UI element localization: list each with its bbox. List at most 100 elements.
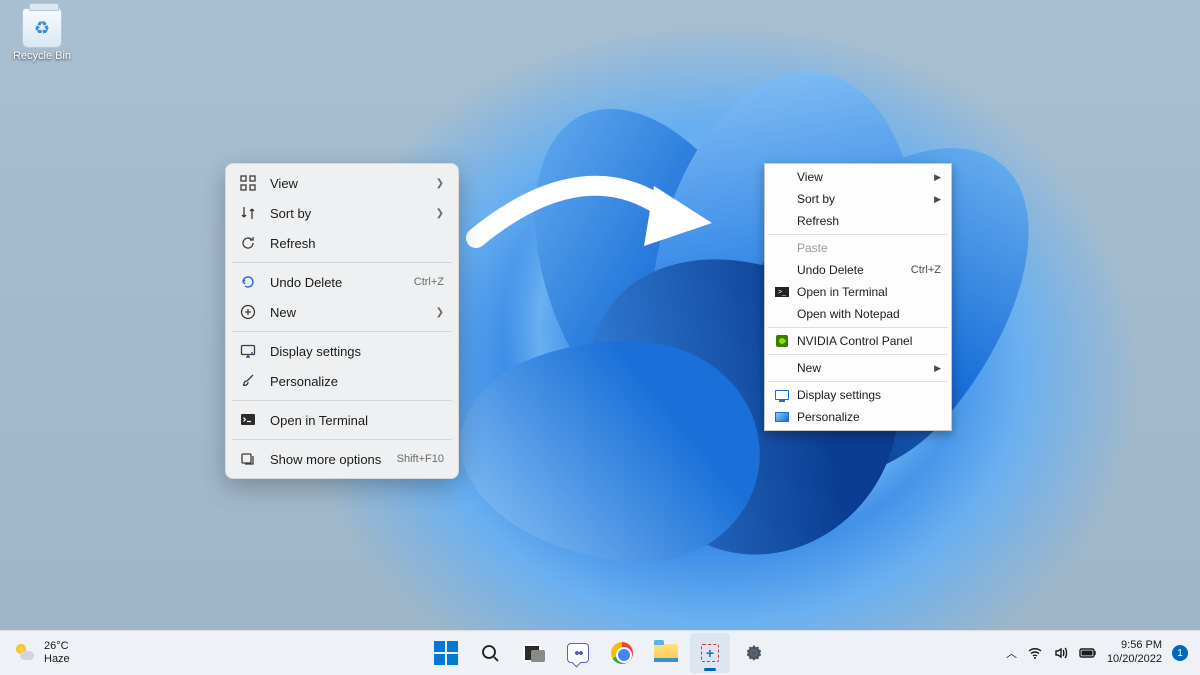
weather-temp: 26°C xyxy=(44,640,70,653)
weather-icon xyxy=(14,642,36,664)
taskbar-weather-widget[interactable]: 26°C Haze xyxy=(0,640,70,665)
ctxc-refresh[interactable]: Refresh xyxy=(767,210,949,232)
ctx-label: Sort by xyxy=(270,206,428,221)
desktop-wallpaper[interactable] xyxy=(0,0,1200,675)
blank-icon xyxy=(773,360,791,376)
wallpaper-bloom xyxy=(420,40,1060,640)
blank-icon xyxy=(773,262,791,278)
chrome-button[interactable] xyxy=(602,633,642,673)
separator xyxy=(232,331,452,332)
folder-icon xyxy=(654,644,678,662)
blank-icon xyxy=(773,191,791,207)
ctxc-label: Open in Terminal xyxy=(797,285,941,299)
taskbar-tray: ︿ 9:56 PM 10/20/2022 1 xyxy=(1006,639,1200,667)
ctxc-label: Open with Notepad xyxy=(797,307,941,321)
ctxc-open-terminal[interactable]: >_ Open in Terminal xyxy=(767,281,949,303)
separator xyxy=(768,381,948,382)
taskbar-clock[interactable]: 9:56 PM 10/20/2022 xyxy=(1107,639,1162,667)
gear-icon xyxy=(743,642,765,664)
chevron-right-icon: ▶ xyxy=(934,194,941,205)
clock-time: 9:56 PM xyxy=(1107,639,1162,653)
ctxc-label: View xyxy=(797,170,928,184)
context-menu-classic: View ▶ Sort by ▶ Refresh Paste Undo Delete… xyxy=(764,163,952,431)
ctxc-label: Undo Delete xyxy=(797,263,903,277)
windows-logo-icon xyxy=(434,641,458,665)
taskbar-center xyxy=(426,633,774,673)
notification-count: 1 xyxy=(1177,648,1183,659)
brush-icon xyxy=(238,371,258,391)
ctx-open-terminal[interactable]: Open in Terminal xyxy=(230,405,454,435)
task-view-button[interactable] xyxy=(514,633,554,673)
ctx-sort-by[interactable]: Sort by ❯ xyxy=(230,198,454,228)
monitor-icon xyxy=(773,387,791,403)
ctxc-new[interactable]: New ▶ xyxy=(767,357,949,379)
blank-icon xyxy=(773,240,791,256)
ctxc-label: Refresh xyxy=(797,214,941,228)
ctx-label: Show more options xyxy=(270,452,389,467)
snipping-tool-button[interactable] xyxy=(690,633,730,673)
terminal-icon: >_ xyxy=(773,284,791,300)
ctx-show-more-options[interactable]: Show more options Shift+F10 xyxy=(230,444,454,474)
ctxc-label: Paste xyxy=(797,241,941,255)
ctx-label: Undo Delete xyxy=(270,275,406,290)
chevron-right-icon: ❯ xyxy=(436,208,444,219)
terminal-icon xyxy=(238,410,258,430)
ctx-undo-delete[interactable]: Undo Delete Ctrl+Z xyxy=(230,267,454,297)
ctx-accel: Ctrl+Z xyxy=(414,276,444,288)
volume-icon[interactable] xyxy=(1053,645,1069,661)
ctxc-undo-delete[interactable]: Undo DeleteCtrl+Z xyxy=(767,259,949,281)
ctxc-open-notepad[interactable]: Open with Notepad xyxy=(767,303,949,325)
notification-badge[interactable]: 1 xyxy=(1172,645,1188,661)
separator xyxy=(768,354,948,355)
ctx-new[interactable]: New ❯ xyxy=(230,297,454,327)
ctx-label: New xyxy=(270,305,428,320)
recycle-bin-label: Recycle Bin xyxy=(10,50,74,62)
file-explorer-button[interactable] xyxy=(646,633,686,673)
settings-button[interactable] xyxy=(734,633,774,673)
ctxc-sort-by[interactable]: Sort by ▶ xyxy=(767,188,949,210)
grid-icon xyxy=(238,173,258,193)
ctx-display-settings[interactable]: Display settings xyxy=(230,336,454,366)
monitor-icon xyxy=(238,341,258,361)
ctx-label: Open in Terminal xyxy=(270,413,444,428)
ctxc-label: New xyxy=(797,361,928,375)
battery-icon[interactable] xyxy=(1079,647,1097,659)
weather-condition: Haze xyxy=(44,653,70,666)
ctxc-label: Sort by xyxy=(797,192,928,206)
chat-button[interactable] xyxy=(558,633,598,673)
sort-icon xyxy=(238,203,258,223)
ctx-label: Personalize xyxy=(270,374,444,389)
ctx-refresh[interactable]: Refresh xyxy=(230,228,454,258)
wifi-icon[interactable] xyxy=(1027,645,1043,661)
ctx-view[interactable]: View ❯ xyxy=(230,168,454,198)
chevron-right-icon: ❯ xyxy=(436,178,444,189)
more-options-icon xyxy=(238,449,258,469)
clock-date: 10/20/2022 xyxy=(1107,653,1162,667)
snipping-tool-icon xyxy=(699,642,721,664)
ctxc-nvidia-control-panel[interactable]: NVIDIA Control Panel xyxy=(767,330,949,352)
search-button[interactable] xyxy=(470,633,510,673)
chevron-right-icon: ▶ xyxy=(934,172,941,183)
search-icon xyxy=(480,643,500,663)
recycle-bin-icon[interactable]: Recycle Bin xyxy=(10,8,74,62)
ctx-label: Display settings xyxy=(270,344,444,359)
chevron-right-icon: ▶ xyxy=(934,363,941,374)
ctxc-personalize[interactable]: Personalize xyxy=(767,406,949,428)
tray-overflow-button[interactable]: ︿ xyxy=(1006,645,1017,661)
separator xyxy=(232,400,452,401)
undo-icon xyxy=(238,272,258,292)
blank-icon xyxy=(773,169,791,185)
ctxc-view[interactable]: View ▶ xyxy=(767,166,949,188)
ctx-accel: Shift+F10 xyxy=(397,453,444,465)
blank-icon xyxy=(773,213,791,229)
ctxc-label: Display settings xyxy=(797,388,941,402)
plus-circle-icon xyxy=(238,302,258,322)
ctx-personalize[interactable]: Personalize xyxy=(230,366,454,396)
ctxc-label: Personalize xyxy=(797,410,941,424)
chat-icon xyxy=(567,643,589,663)
ctxc-display-settings[interactable]: Display settings xyxy=(767,384,949,406)
separator xyxy=(232,439,452,440)
start-button[interactable] xyxy=(426,633,466,673)
separator xyxy=(232,262,452,263)
ctxc-paste: Paste xyxy=(767,237,949,259)
